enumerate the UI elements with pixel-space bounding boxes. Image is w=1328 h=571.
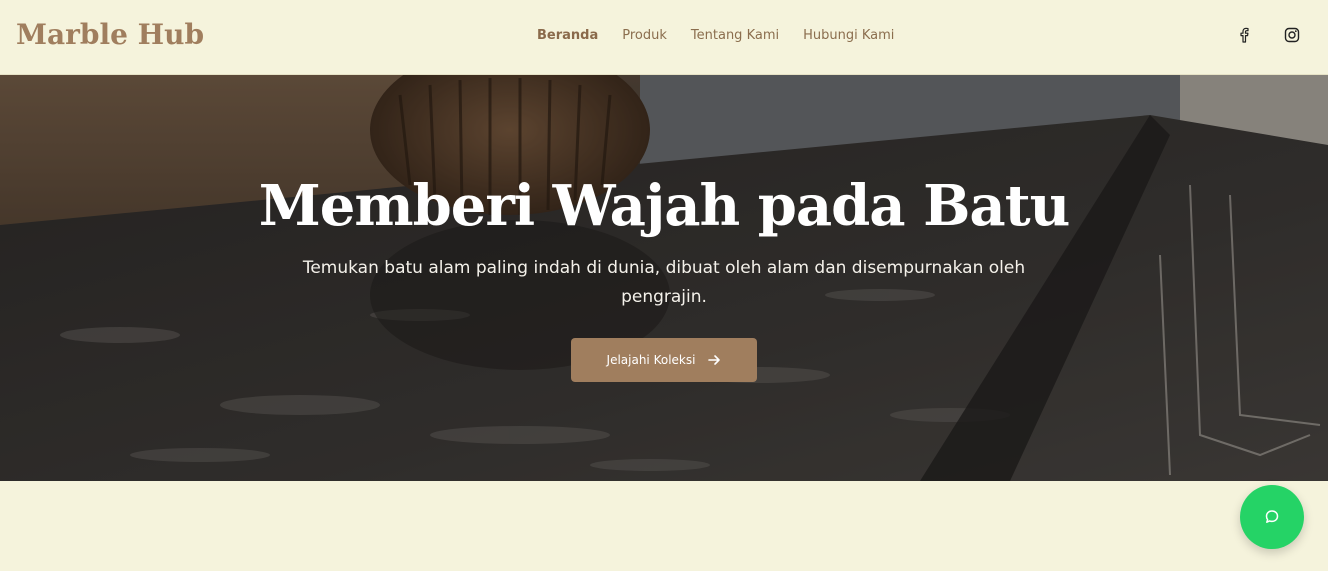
hero-subtitle: Temukan batu alam paling indah di dunia,…: [302, 258, 1026, 307]
main-nav: Beranda Produk Tentang Kami Hubungi Kami: [537, 27, 894, 45]
chat-bubble-icon: [1263, 508, 1281, 526]
arrow-right-icon: [707, 353, 721, 367]
nav-item-tentang-kami[interactable]: Tentang Kami: [691, 27, 779, 45]
hero-section: Memberi Wajah pada Batu Temukan batu ala…: [0, 75, 1328, 481]
facebook-icon[interactable]: [1234, 25, 1254, 45]
explore-collection-label: Jelajahi Koleksi: [606, 353, 696, 367]
site-logo[interactable]: Marble Hub: [16, 16, 204, 54]
lower-section: [0, 481, 1328, 571]
instagram-icon[interactable]: [1282, 25, 1302, 45]
nav-item-beranda[interactable]: Beranda: [537, 27, 598, 45]
page: Marble Hub Beranda Produk Tentang Kami H…: [0, 0, 1328, 571]
hero-title: Memberi Wajah pada Batu: [258, 173, 1071, 239]
chat-button[interactable]: [1240, 485, 1304, 549]
nav-item-produk[interactable]: Produk: [622, 27, 667, 45]
explore-collection-button[interactable]: Jelajahi Koleksi: [571, 338, 757, 382]
nav-item-hubungi-kami[interactable]: Hubungi Kami: [803, 27, 894, 45]
site-header: Marble Hub Beranda Produk Tentang Kami H…: [0, 0, 1328, 75]
